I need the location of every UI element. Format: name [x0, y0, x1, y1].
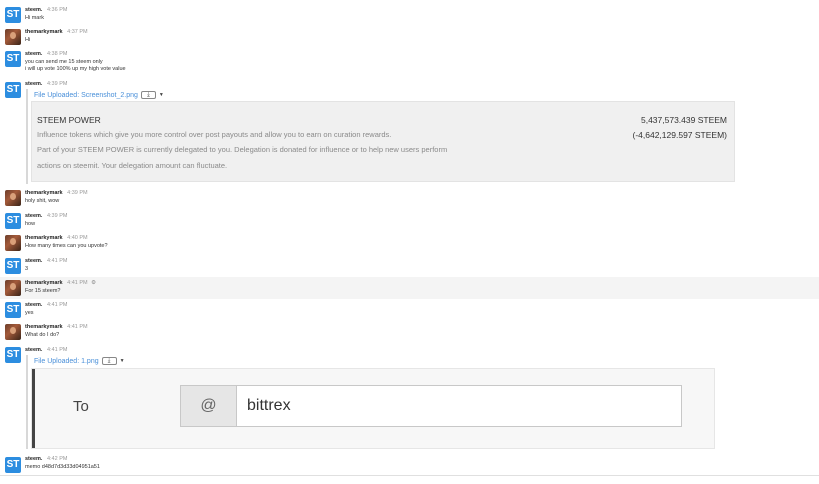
file-upload-link[interactable]: File Uploaded: 1.png: [34, 358, 99, 365]
username[interactable]: steem.: [25, 7, 42, 13]
scrollbar[interactable]: [32, 369, 35, 448]
avatar[interactable]: ST: [5, 347, 21, 363]
message: ST steem. 4:42 PM memo d48d7d3d33d04951a…: [0, 453, 819, 473]
timestamp: 4:41 PM: [46, 258, 68, 264]
timestamp: 4:41 PM: [67, 324, 88, 330]
transfer-image[interactable]: To @ bittrex: [31, 368, 715, 449]
message: ST steem. 4:38 PM you can send me 15 ste…: [0, 48, 819, 76]
avatar[interactable]: ST: [5, 302, 21, 318]
message-header: themarkymark 4:39 PM: [25, 190, 88, 196]
message-text: Hi mark: [25, 15, 44, 21]
message-header: steem. 4:39 PM: [25, 213, 67, 219]
steem-power-value: 5,437,573.439 STEEM: [640, 115, 727, 125]
avatar[interactable]: ST: [5, 51, 21, 67]
to-label: To: [73, 398, 89, 415]
message-header: steem. 4:42 PM: [25, 456, 67, 462]
steem-power-description: actions on steemit. Your delegation amou…: [37, 161, 228, 170]
avatar[interactable]: ST: [5, 82, 21, 98]
avatar[interactable]: [5, 235, 21, 251]
message-header: steem. 4:41 PM: [25, 258, 67, 264]
message-header: themarkymark 4:41 PM: [25, 324, 88, 330]
message-header: steem. 4:38 PM: [25, 51, 67, 57]
message: themarkymark 4:37 PM Hi: [0, 26, 819, 46]
avatar[interactable]: [5, 324, 21, 340]
message-text: i will up vote 100% up my high vote valu…: [25, 66, 126, 72]
message: ST steem. 4:39 PM how: [0, 210, 819, 232]
message: themarkymark 4:41 PM ⚙ For 15 steem?: [0, 277, 819, 299]
username[interactable]: themarkymark: [25, 29, 63, 35]
username[interactable]: themarkymark: [25, 190, 63, 196]
message-header: steem. 4:39 PM: [25, 81, 67, 87]
message-header: themarkymark 4:41 PM ⚙: [25, 280, 96, 286]
steem-power-description: Influence tokens which give you more con…: [37, 130, 392, 139]
file-upload: File Uploaded: 1.png ⤓ ▼: [26, 355, 125, 449]
message-text: How many times can you upvote?: [25, 243, 108, 249]
timestamp: 4:41 PM: [46, 302, 68, 308]
download-icon[interactable]: ⤓: [140, 91, 156, 99]
message-header: steem. 4:36 PM: [25, 7, 67, 13]
avatar[interactable]: [5, 190, 21, 206]
caret-down-icon[interactable]: ▼: [120, 358, 125, 364]
timestamp: 4:39 PM: [46, 81, 68, 87]
timestamp: 4:42 PM: [46, 456, 68, 462]
message: ST steem. 4:41 PM yes: [0, 299, 819, 321]
timestamp: 4:41 PM: [67, 280, 88, 286]
avatar[interactable]: [5, 280, 21, 296]
message: ST steem. 4:41 PM 3: [0, 255, 819, 277]
timestamp: 4:36 PM: [46, 7, 68, 13]
timestamp: 4:41 PM: [46, 347, 68, 353]
message-text: yes: [25, 310, 34, 316]
message-composer-border: [0, 475, 819, 484]
avatar[interactable]: ST: [5, 457, 21, 473]
message: themarkymark 4:40 PM How many times can …: [0, 232, 819, 254]
file-upload-link[interactable]: File Uploaded: Screenshot_2.png: [34, 92, 138, 99]
avatar[interactable]: ST: [5, 213, 21, 229]
timestamp: 4:38 PM: [46, 51, 68, 57]
username[interactable]: steem.: [25, 258, 42, 264]
username[interactable]: steem.: [25, 347, 42, 353]
message-text: you can send me 15 steem only: [25, 59, 103, 65]
username[interactable]: themarkymark: [25, 280, 63, 286]
message-text: memo d48d7d3d33d04951a51: [25, 464, 100, 470]
avatar[interactable]: [5, 29, 21, 45]
message: themarkymark 4:41 PM What do I do?: [0, 321, 819, 343]
message: themarkymark 4:39 PM holy shit, wow: [0, 187, 819, 209]
gear-icon[interactable]: ⚙: [91, 280, 96, 286]
caret-down-icon[interactable]: ▼: [159, 92, 164, 98]
timestamp: 4:39 PM: [67, 190, 88, 196]
avatar[interactable]: ST: [5, 7, 21, 23]
steem-power-delegated: (-4,642,129.597 STEEM): [632, 130, 728, 140]
username[interactable]: steem.: [25, 51, 42, 57]
avatar[interactable]: ST: [5, 258, 21, 274]
username[interactable]: themarkymark: [25, 235, 63, 241]
message: ST steem. 4:36 PM Hi mark: [0, 4, 819, 24]
message-text: holy shit, wow: [25, 198, 60, 204]
file-upload: File Uploaded: Screenshot_2.png ⤓ ▼: [26, 89, 164, 184]
steem-power-title: STEEM POWER: [37, 115, 101, 125]
message-text: What do I do?: [25, 332, 60, 338]
username[interactable]: steem.: [25, 302, 42, 308]
message-text: Hi: [25, 37, 31, 43]
steem-power-image[interactable]: STEEM POWER Influence tokens which give …: [31, 101, 735, 182]
timestamp: 4:37 PM: [67, 29, 88, 35]
message-text: For 15 steem?: [25, 288, 61, 294]
username[interactable]: themarkymark: [25, 324, 63, 330]
download-icon[interactable]: ⤓: [101, 357, 117, 365]
message-header: themarkymark 4:37 PM: [25, 29, 88, 35]
username[interactable]: steem.: [25, 456, 42, 462]
message-header: themarkymark 4:40 PM: [25, 235, 88, 241]
timestamp: 4:40 PM: [67, 235, 88, 241]
message-text: how: [25, 221, 36, 227]
username[interactable]: steem.: [25, 81, 42, 87]
message-text: 3: [25, 266, 29, 272]
recipient-field: bittrex: [236, 385, 682, 427]
message-header: steem. 4:41 PM: [25, 347, 67, 353]
steem-power-description: Part of your STEEM POWER is currently de…: [37, 145, 448, 154]
timestamp: 4:39 PM: [46, 213, 68, 219]
username[interactable]: steem.: [25, 213, 42, 219]
at-prefix: @: [180, 385, 236, 427]
message-header: steem. 4:41 PM: [25, 302, 67, 308]
